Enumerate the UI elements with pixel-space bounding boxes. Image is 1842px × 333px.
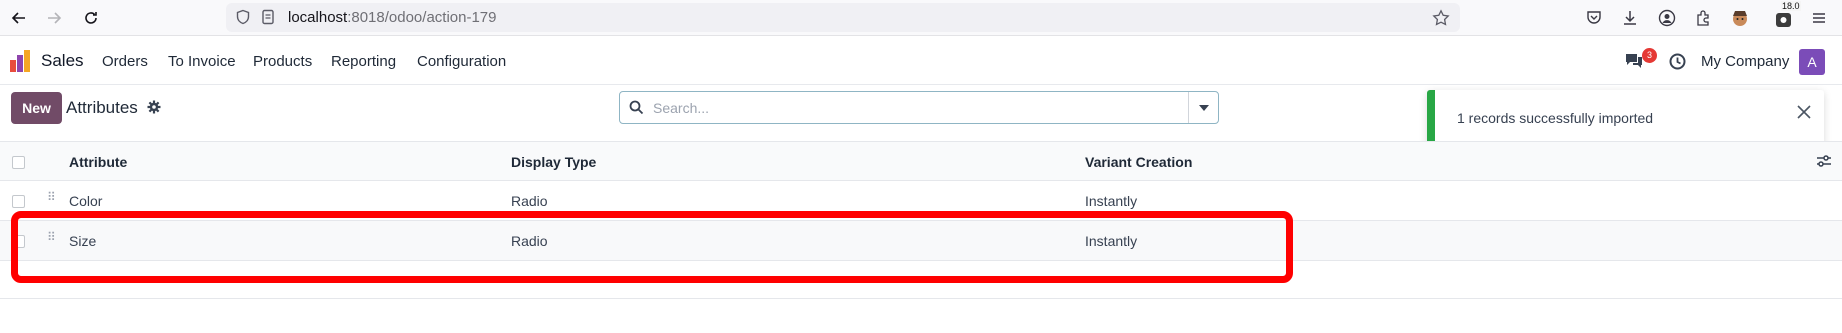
odoo-debug-extension-icon[interactable]: 18.0 <box>1771 1 1801 29</box>
reload-icon[interactable] <box>80 7 102 29</box>
page-title: Attributes <box>66 98 138 117</box>
app-navbar: Sales Orders To Invoice Products Reporti… <box>0 37 1842 85</box>
menu-configuration[interactable]: Configuration <box>417 53 506 70</box>
drag-handle-icon[interactable]: ⠿ <box>47 191 57 203</box>
activity-clock-icon[interactable] <box>1669 53 1686 73</box>
attribute-cell: Color <box>69 193 103 209</box>
select-all-checkbox[interactable] <box>12 156 25 169</box>
gear-icon[interactable] <box>147 100 161 117</box>
extensions-icon[interactable] <box>1692 7 1714 29</box>
column-header-attribute[interactable]: Attribute <box>69 154 127 170</box>
menu-to-invoice[interactable]: To Invoice <box>168 53 236 70</box>
variant-creation-cell: Instantly <box>1085 193 1138 209</box>
messages-count-badge: 3 <box>1642 48 1657 63</box>
pocket-icon[interactable] <box>1583 7 1605 29</box>
menu-orders[interactable]: Orders <box>102 53 148 70</box>
column-header-display-type[interactable]: Display Type <box>511 154 596 170</box>
notification-message: 1 records successfully imported <box>1457 110 1654 126</box>
address-bar[interactable]: localhost:8018/odoo/action-179 <box>226 3 1460 32</box>
messages-icon[interactable] <box>1624 52 1644 73</box>
column-header-variant-creation[interactable]: Variant Creation <box>1085 154 1192 170</box>
row-checkbox[interactable] <box>12 195 25 208</box>
highlight-annotation <box>11 211 1293 283</box>
notification-toast: 1 records successfully imported <box>1427 90 1824 146</box>
search-bar <box>619 91 1219 124</box>
shield-icon[interactable] <box>235 9 251 28</box>
search-options-toggle[interactable] <box>1188 92 1218 123</box>
menu-icon[interactable] <box>1808 7 1830 29</box>
extension-version-badge: 18.0 <box>1781 1 1801 11</box>
caret-down-icon <box>1198 104 1209 111</box>
app-name[interactable]: Sales <box>41 51 84 71</box>
account-icon[interactable] <box>1656 7 1678 29</box>
browser-toolbar: localhost:8018/odoo/action-179 18.0 <box>0 0 1842 36</box>
menu-reporting[interactable]: Reporting <box>331 53 396 70</box>
extension-avatar-icon[interactable] <box>1729 7 1751 29</box>
company-switcher[interactable]: My Company <box>1701 53 1789 70</box>
url-text: localhost:8018/odoo/action-179 <box>288 9 497 26</box>
search-input[interactable] <box>653 96 1173 120</box>
page-info-icon[interactable] <box>261 9 275 28</box>
downloads-icon[interactable] <box>1619 7 1641 29</box>
display-type-cell: Radio <box>511 193 548 209</box>
new-button[interactable]: New <box>11 92 62 124</box>
back-icon[interactable] <box>8 7 30 29</box>
optional-columns-icon[interactable] <box>1816 154 1832 171</box>
close-icon[interactable] <box>1796 104 1812 123</box>
table-header: Attribute Display Type Variant Creation <box>0 141 1842 181</box>
menu-products[interactable]: Products <box>253 53 312 70</box>
search-icon <box>629 100 644 118</box>
bookmark-star-icon[interactable] <box>1432 9 1450 30</box>
sales-app-logo-icon[interactable] <box>10 50 32 75</box>
user-avatar[interactable]: A <box>1799 49 1825 75</box>
forward-icon[interactable] <box>43 7 65 29</box>
